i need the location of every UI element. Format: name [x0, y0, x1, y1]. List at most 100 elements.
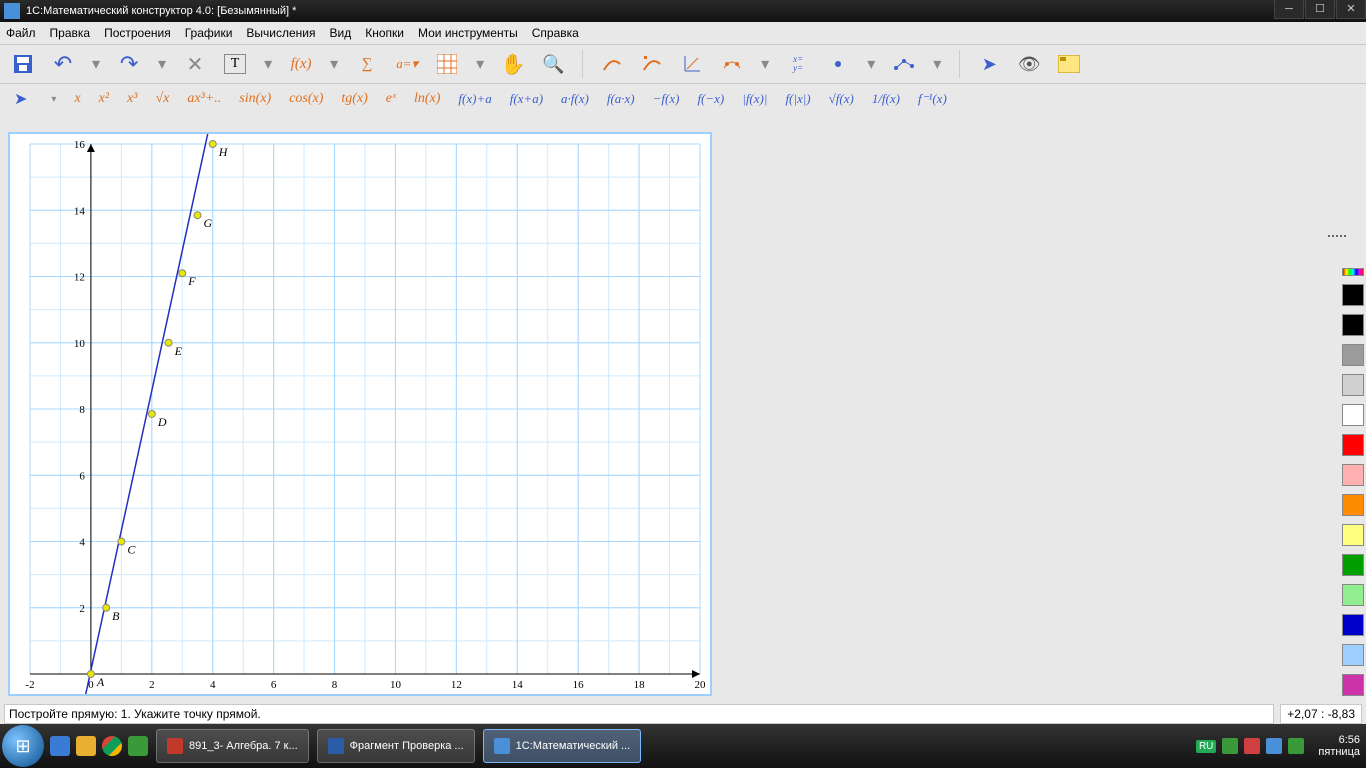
taskbar-app[interactable]: 1С:Математический ... — [483, 729, 642, 763]
svg-text:6: 6 — [79, 470, 85, 482]
color-swatch[interactable] — [1342, 554, 1364, 576]
sigma-button[interactable]: ∑ — [356, 53, 378, 75]
curve-points-icon[interactable] — [721, 53, 743, 75]
color-swatch[interactable] — [1342, 494, 1364, 516]
plot-svg[interactable]: -202468101214161820246810121416ABCDEFGH — [10, 134, 710, 694]
clock[interactable]: 6:56 пятница — [1318, 734, 1360, 758]
tray-icon[interactable] — [1222, 738, 1238, 754]
maximize-button[interactable]: ☐ — [1305, 0, 1335, 19]
color-swatch[interactable] — [1342, 284, 1364, 306]
fn-x2[interactable]: x² — [99, 91, 109, 107]
eye-icon[interactable]: 👁 — [1018, 53, 1040, 75]
fn-tg[interactable]: tg(x) — [341, 91, 367, 107]
tray-icon[interactable] — [1244, 738, 1260, 754]
menu-my-tools[interactable]: Мои инструменты — [418, 26, 518, 40]
language-indicator[interactable]: RU — [1196, 740, 1216, 753]
plot-canvas[interactable]: -202468101214161820246810121416ABCDEFGH — [8, 132, 712, 696]
curve2-icon[interactable] — [641, 53, 663, 75]
taskbar-app[interactable]: Фрагмент Проверка ... — [317, 729, 475, 763]
color-swatch[interactable] — [1342, 434, 1364, 456]
select-arrow-icon[interactable]: ➤ — [14, 89, 27, 109]
toolbar-separator — [959, 50, 960, 78]
ie-icon[interactable] — [50, 736, 70, 756]
start-button[interactable]: ⊞ — [2, 725, 44, 767]
fn-sin[interactable]: sin(x) — [239, 91, 271, 107]
fn-ln[interactable]: ln(x) — [414, 91, 440, 107]
color-swatch[interactable] — [1342, 644, 1364, 666]
explorer-icon[interactable] — [76, 736, 96, 756]
svg-text:14: 14 — [74, 205, 86, 217]
console-icon[interactable] — [1058, 53, 1080, 75]
fn-sqrtf[interactable]: √f(x) — [829, 91, 854, 107]
menu-graphs[interactable]: Графики — [185, 26, 233, 40]
undo-icon[interactable]: ↶ — [52, 53, 74, 75]
menu-buttons[interactable]: Кнопки — [365, 26, 404, 40]
menu-help[interactable]: Справка — [532, 26, 579, 40]
fn-negx[interactable]: f(−x) — [697, 91, 724, 107]
fn-x3[interactable]: x³ — [127, 91, 137, 107]
fn-poly[interactable]: ax³+.. — [187, 91, 221, 107]
assign-button[interactable]: a=▾ — [396, 53, 418, 75]
fn-scale-x[interactable]: f(a·x) — [607, 91, 635, 107]
axes-icon[interactable] — [681, 53, 703, 75]
xy-button[interactable]: x= y= — [787, 53, 809, 75]
titlebar: 1С:Математический конструктор 4.0: [Безы… — [0, 0, 1366, 22]
pan-icon[interactable]: ✋ — [502, 53, 524, 75]
path-points-icon[interactable] — [893, 53, 915, 75]
svg-text:8: 8 — [79, 404, 85, 416]
color-swatch[interactable] — [1342, 374, 1364, 396]
fn-shift-y[interactable]: f(x)+a — [458, 91, 491, 107]
point-icon[interactable] — [827, 53, 849, 75]
svg-text:6: 6 — [271, 679, 277, 691]
redo-icon[interactable]: ↷ — [118, 53, 140, 75]
fn-inv[interactable]: 1/f(x) — [872, 91, 900, 107]
fn-neg[interactable]: −f(x) — [653, 91, 680, 107]
color-gradient-icon[interactable] — [1342, 268, 1364, 276]
palette-gripper[interactable] — [1328, 232, 1342, 240]
fn-exp[interactable]: eˣ — [386, 91, 396, 107]
function-button[interactable]: f(x) — [290, 53, 312, 75]
color-swatch[interactable] — [1342, 404, 1364, 426]
fn-absx[interactable]: f(|x|) — [785, 91, 810, 107]
menu-file[interactable]: Файл — [6, 26, 36, 40]
text-tool-icon[interactable]: T — [224, 54, 246, 74]
taskbar: ⊞ 891_3- Алгебра. 7 к...Фрагмент Проверк… — [0, 724, 1366, 768]
color-swatch[interactable] — [1342, 464, 1364, 486]
work-area: -202468101214161820246810121416ABCDEFGH … — [0, 112, 1366, 724]
minimize-button[interactable]: ─ — [1274, 0, 1304, 19]
svg-text:12: 12 — [74, 272, 85, 284]
zoom-icon[interactable]: 🔍 — [542, 53, 564, 75]
fn-cos[interactable]: cos(x) — [289, 91, 323, 107]
chrome-icon[interactable] — [102, 736, 122, 756]
delete-icon[interactable]: ✕ — [184, 53, 206, 75]
color-swatch[interactable] — [1342, 314, 1364, 336]
color-swatch[interactable] — [1342, 344, 1364, 366]
curve1-icon[interactable] — [601, 53, 623, 75]
menu-edit[interactable]: Правка — [50, 26, 91, 40]
color-swatch[interactable] — [1342, 524, 1364, 546]
app-icon — [4, 3, 20, 19]
menu-constructions[interactable]: Построения — [104, 26, 171, 40]
tray-icon[interactable] — [1266, 738, 1282, 754]
app-icon — [494, 738, 510, 754]
color-swatch[interactable] — [1342, 584, 1364, 606]
utorrent-icon[interactable] — [128, 736, 148, 756]
fn-abs[interactable]: |f(x)| — [742, 91, 767, 107]
fn-inverse[interactable]: f⁻¹(x) — [918, 91, 947, 107]
svg-text:10: 10 — [74, 338, 86, 350]
color-swatch[interactable] — [1342, 674, 1364, 696]
menu-calculations[interactable]: Вычисления — [246, 26, 315, 40]
color-swatch[interactable] — [1342, 614, 1364, 636]
menu-view[interactable]: Вид — [330, 26, 352, 40]
tray-icon[interactable] — [1288, 738, 1304, 754]
fn-scale-y[interactable]: a·f(x) — [561, 91, 589, 107]
fn-shift-x[interactable]: f(x+a) — [510, 91, 543, 107]
app-icon — [328, 738, 344, 754]
fn-sqrt[interactable]: √x — [156, 91, 170, 107]
grid-icon[interactable] — [436, 53, 458, 75]
close-button[interactable]: ✕ — [1336, 0, 1366, 19]
fn-x[interactable]: x — [74, 91, 80, 107]
save-icon[interactable] — [12, 53, 34, 75]
taskbar-app[interactable]: 891_3- Алгебра. 7 к... — [156, 729, 309, 763]
pointer-icon[interactable]: ➤ — [978, 53, 1000, 75]
